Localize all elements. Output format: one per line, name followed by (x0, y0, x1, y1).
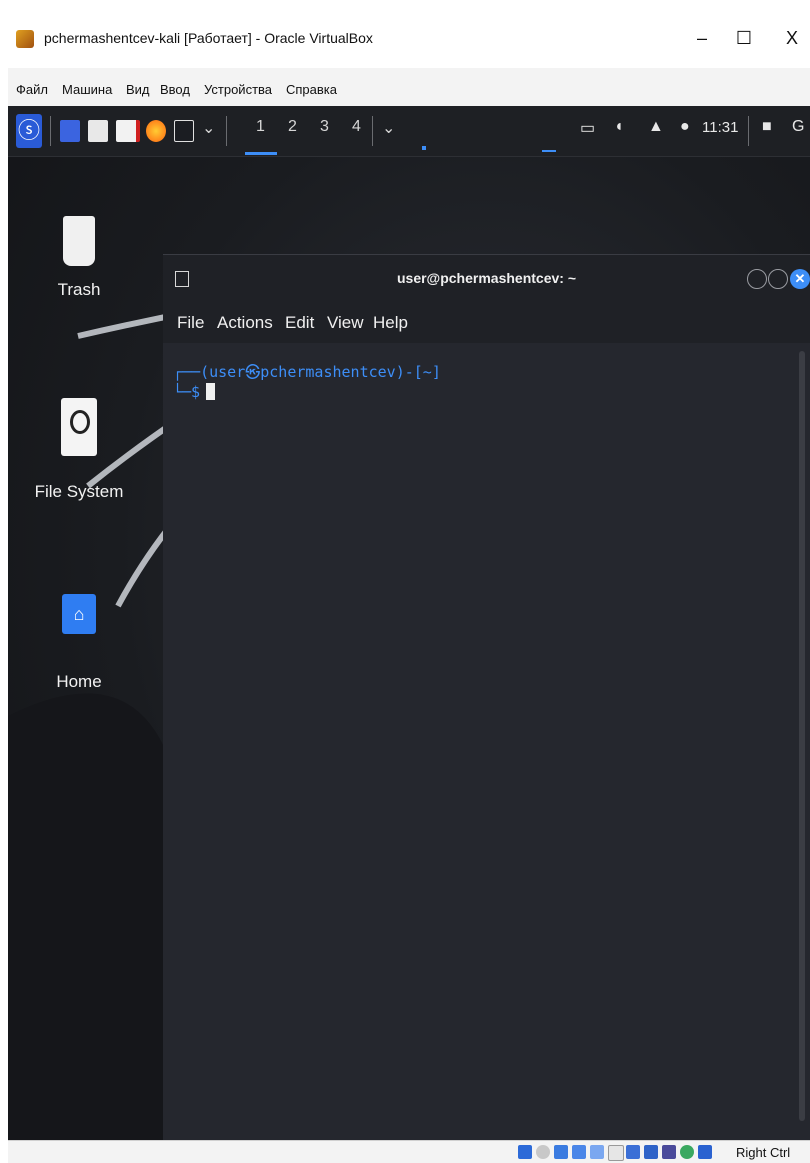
terminal-scrollbar[interactable] (799, 351, 805, 1121)
active-workspace-indicator (245, 152, 277, 155)
menu-input[interactable]: Ввод (160, 82, 190, 97)
minimize-button[interactable]: – (688, 24, 716, 52)
desktop-icon-label: Trash (57, 280, 101, 299)
terminal-menu-help[interactable]: Help (373, 313, 408, 333)
menu-help[interactable]: Справка (286, 82, 337, 97)
firefox-icon[interactable] (146, 120, 166, 142)
terminal-minimize-button[interactable] (747, 269, 767, 289)
drive-icon (61, 398, 97, 456)
display-icon[interactable] (626, 1145, 640, 1159)
network-icon[interactable] (572, 1145, 586, 1159)
panel-separator (226, 116, 227, 146)
usb-icon[interactable] (590, 1145, 604, 1159)
workspace-3[interactable]: 3 (320, 118, 329, 136)
network-graph (542, 142, 556, 152)
launcher-dropdown-icon[interactable]: ⌄ (202, 118, 215, 138)
terminal-menu-edit[interactable]: Edit (285, 313, 314, 333)
desktop-icon-label: File System (34, 482, 124, 501)
menu-devices[interactable]: Устройства (204, 82, 272, 97)
workspace-2[interactable]: 2 (288, 118, 297, 136)
guest-screen: ⓢ ⌄ 1 2 3 4 ⌄ ▭ ◖ ▲ ● 11:31 ■ G Trash Fi… (8, 106, 810, 1140)
window-title: pchermashentcev-kali [Работает] - Oracle… (44, 30, 373, 46)
file-manager-icon[interactable] (88, 120, 108, 142)
prompt-symbol: └─$ (173, 383, 201, 401)
terminal-menubar: File Actions Edit View Help (163, 303, 810, 343)
terminal-launcher-icon[interactable] (174, 120, 194, 142)
terminal-titlebar[interactable]: user@pchermashentcev: ~ ✕ (163, 255, 810, 303)
terminal-maximize-button[interactable] (768, 269, 788, 289)
close-button[interactable]: X (778, 24, 806, 52)
power-icon[interactable]: ● (680, 118, 690, 136)
terminal-menu-actions[interactable]: Actions (217, 313, 273, 333)
cpu-icon[interactable] (662, 1145, 676, 1159)
terminal-cursor (206, 383, 216, 400)
virtualbox-window: pchermashentcev-kali [Работает] - Oracle… (8, 8, 810, 1163)
host-key-label: Right Ctrl (736, 1145, 791, 1160)
optical-drive-icon[interactable] (536, 1145, 550, 1159)
menu-machine[interactable]: Машина (62, 82, 112, 97)
desktop-icon-trash[interactable]: Trash (24, 216, 134, 300)
kali-menu-button[interactable]: ⓢ (16, 114, 42, 148)
audio-icon[interactable] (554, 1145, 568, 1159)
virtualbox-logo-icon (16, 30, 34, 48)
hard-disk-icon[interactable] (518, 1145, 532, 1159)
trash-icon (63, 216, 95, 266)
workspace-4[interactable]: 4 (352, 118, 361, 136)
window-titlebar: pchermashentcev-kali [Работает] - Oracle… (8, 8, 810, 68)
monitor-icon[interactable]: ▭ (580, 118, 595, 138)
recording-icon[interactable] (644, 1145, 658, 1159)
terminal-menu-view[interactable]: View (327, 313, 364, 333)
menu-file[interactable]: Файл (16, 82, 48, 97)
volume-icon[interactable]: ◖ (614, 118, 624, 136)
workspace-dropdown-icon[interactable]: ⌄ (382, 118, 395, 138)
show-desktop-icon[interactable] (60, 120, 80, 142)
prompt-line-2[interactable]: └─$ (173, 383, 216, 401)
desktop-icon-home[interactable]: ⌂ Home (24, 594, 134, 692)
terminal-menu-file[interactable]: File (177, 313, 204, 333)
terminal-title: user@pchermashentcev: ~ (396, 270, 576, 286)
text-editor-icon[interactable] (116, 120, 140, 142)
desktop-icon-label: Home (56, 672, 102, 691)
desktop-icon-file-system[interactable]: File System (24, 398, 134, 502)
bell-icon[interactable]: ▲ (648, 118, 664, 136)
vbox-statusbar: Right Ctrl (8, 1140, 810, 1163)
keyboard-icon[interactable] (698, 1145, 712, 1159)
vbox-menubar: Файл Машина Вид Ввод Устройства Справка (8, 76, 810, 102)
lock-icon[interactable]: ■ (762, 118, 772, 136)
menu-view[interactable]: Вид (126, 82, 150, 97)
logout-icon[interactable]: G (792, 118, 804, 136)
shared-folders-icon[interactable] (608, 1145, 624, 1161)
panel-separator (50, 116, 51, 146)
maximize-button[interactable]: ☐ (730, 24, 758, 52)
panel-clock[interactable]: 11:31 (702, 119, 738, 136)
top-panel: ⓢ ⌄ 1 2 3 4 ⌄ ▭ ◖ ▲ ● 11:31 ■ G (8, 106, 810, 157)
terminal-window[interactable]: user@pchermashentcev: ~ ✕ File Actions E… (163, 254, 810, 1140)
terminal-close-button[interactable]: ✕ (790, 269, 810, 289)
panel-separator (372, 116, 373, 146)
workspace-1[interactable]: 1 (256, 118, 265, 136)
prompt-line-1: ┌──(user㉿pchermashentcev)-[~] (173, 363, 441, 381)
panel-separator (748, 116, 749, 146)
cpu-graph (422, 146, 426, 150)
mouse-integration-icon[interactable] (680, 1145, 694, 1159)
home-folder-icon: ⌂ (62, 594, 96, 634)
